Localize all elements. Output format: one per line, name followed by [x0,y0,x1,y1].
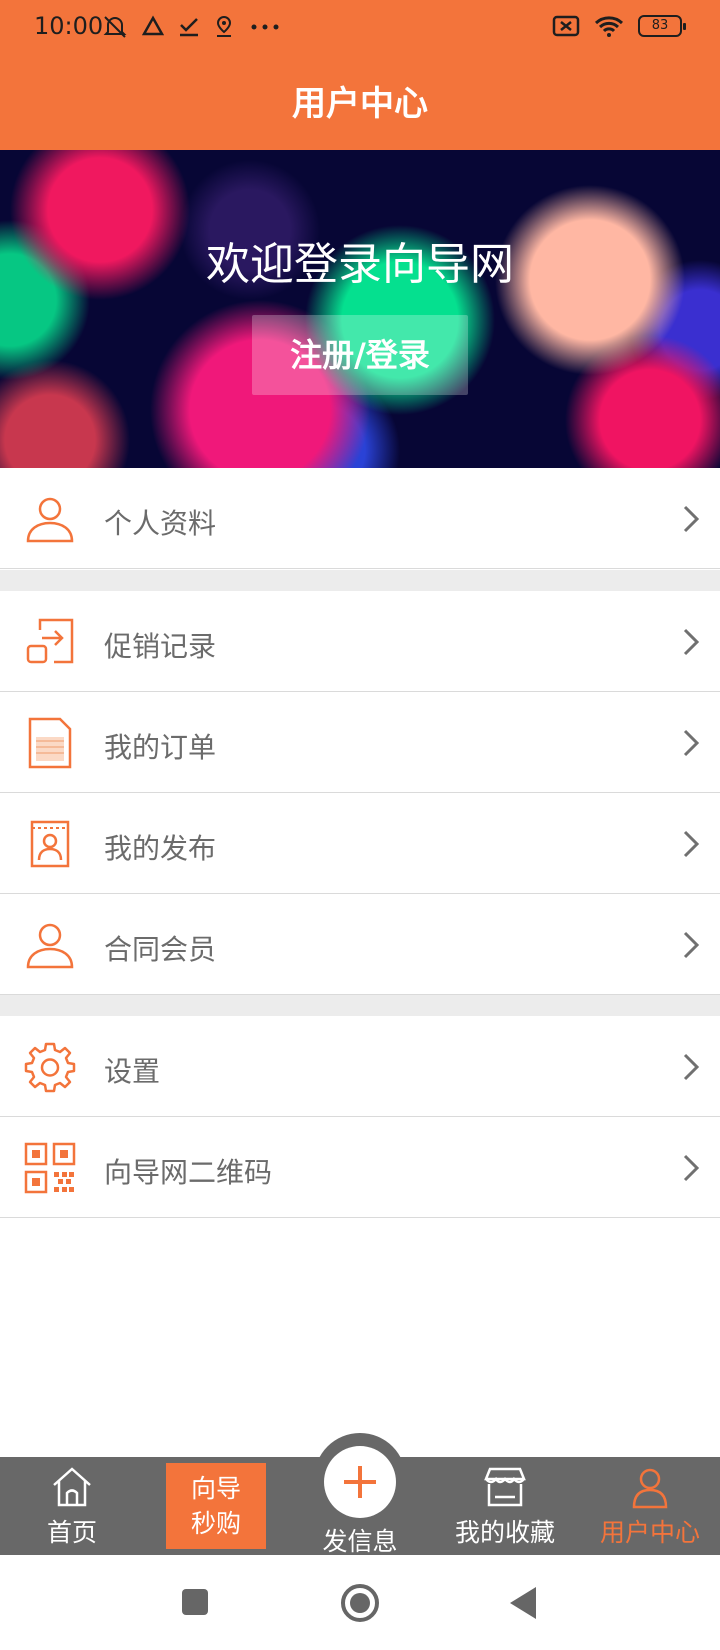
menu-item-my-orders[interactable]: 我的订单 [0,692,720,793]
chevron-right-icon [683,1053,700,1081]
plus-icon [344,1466,376,1498]
person-icon [26,497,74,543]
menu-item-contract-members[interactable]: 合同会员 [0,894,720,995]
tab-seckill-line2: 秒购 [190,1509,241,1538]
sim-off-icon [552,15,580,37]
muted-bell-icon [103,16,127,38]
publish-label: 发信息 [322,1527,398,1556]
wifi-icon [594,16,624,37]
tab-seckill-line1: 向导 [190,1474,241,1503]
triangle-icon [142,15,164,36]
menu-label: 促销记录 [104,630,217,663]
status-icons-left [102,14,282,40]
chevron-right-icon [683,1154,700,1182]
menu-item-settings[interactable]: 设置 [0,1016,720,1117]
qr-code-icon [24,1142,76,1194]
chevron-right-icon [683,830,700,858]
system-nav-bar [0,1555,720,1650]
document-icon [28,717,72,769]
menu-label: 设置 [104,1055,161,1088]
menu-label: 我的订单 [104,731,217,764]
menu-label: 个人资料 [104,507,217,540]
home-circle-icon[interactable] [340,1583,380,1623]
menu-group-profile: 个人资料 [0,468,720,569]
status-time: 10:00 [34,12,104,40]
back-triangle-icon[interactable] [508,1585,538,1621]
chevron-right-icon [683,505,700,533]
location-icon [216,15,232,37]
check-download-icon [180,18,198,37]
banner-title: 欢迎登录向导网 [206,239,514,290]
login-banner: 欢迎登录向导网 注册/登录 [0,150,720,468]
publish-button[interactable] [324,1446,396,1518]
tab-user-center[interactable]: 用户中心 [595,1457,705,1555]
chevron-right-icon [683,931,700,959]
home-icon [53,1467,91,1507]
status-icons-right: 83 [552,14,686,38]
tab-favorites-label: 我的收藏 [454,1518,555,1547]
register-login-button[interactable]: 注册/登录 [252,315,468,395]
more-icon [251,24,279,30]
section-divider [0,995,720,1016]
chevron-right-icon [683,628,700,656]
page-title: 用户中心 [292,84,428,124]
tab-home[interactable]: 首页 [22,1457,122,1555]
menu-item-my-posts[interactable]: 我的发布 [0,793,720,894]
tab-home-label: 首页 [46,1518,97,1547]
tab-favorites[interactable]: 我的收藏 [450,1457,560,1555]
tab-seckill[interactable]: 向导 秒购 [166,1463,266,1549]
chevron-right-icon [683,729,700,757]
menu-label: 向导网二维码 [104,1156,273,1189]
person-icon [632,1468,668,1509]
storefront-icon [484,1467,526,1507]
id-card-icon [30,820,70,868]
section-divider [0,570,720,591]
status-bar: 10:00 83 [0,0,720,54]
header: 用户中心 [0,54,720,150]
menu-item-promotion-records[interactable]: 促销记录 [0,591,720,692]
gear-icon [24,1042,76,1093]
menu-item-qr-code[interactable]: 向导网二维码 [0,1117,720,1218]
tab-user-center-label: 用户中心 [599,1518,700,1547]
menu-group-settings: 设置 向导网二维码 [0,1016,720,1218]
recents-square-icon[interactable] [180,1587,210,1617]
menu-group-records: 促销记录 我的订单 我的发布 合同会员 [0,591,720,995]
battery-indicator: 83 [638,15,686,37]
person-icon [26,923,74,969]
menu-label: 合同会员 [104,933,217,966]
menu-label: 我的发布 [104,832,217,865]
export-icon [26,618,74,664]
menu-item-profile[interactable]: 个人资料 [0,468,720,569]
